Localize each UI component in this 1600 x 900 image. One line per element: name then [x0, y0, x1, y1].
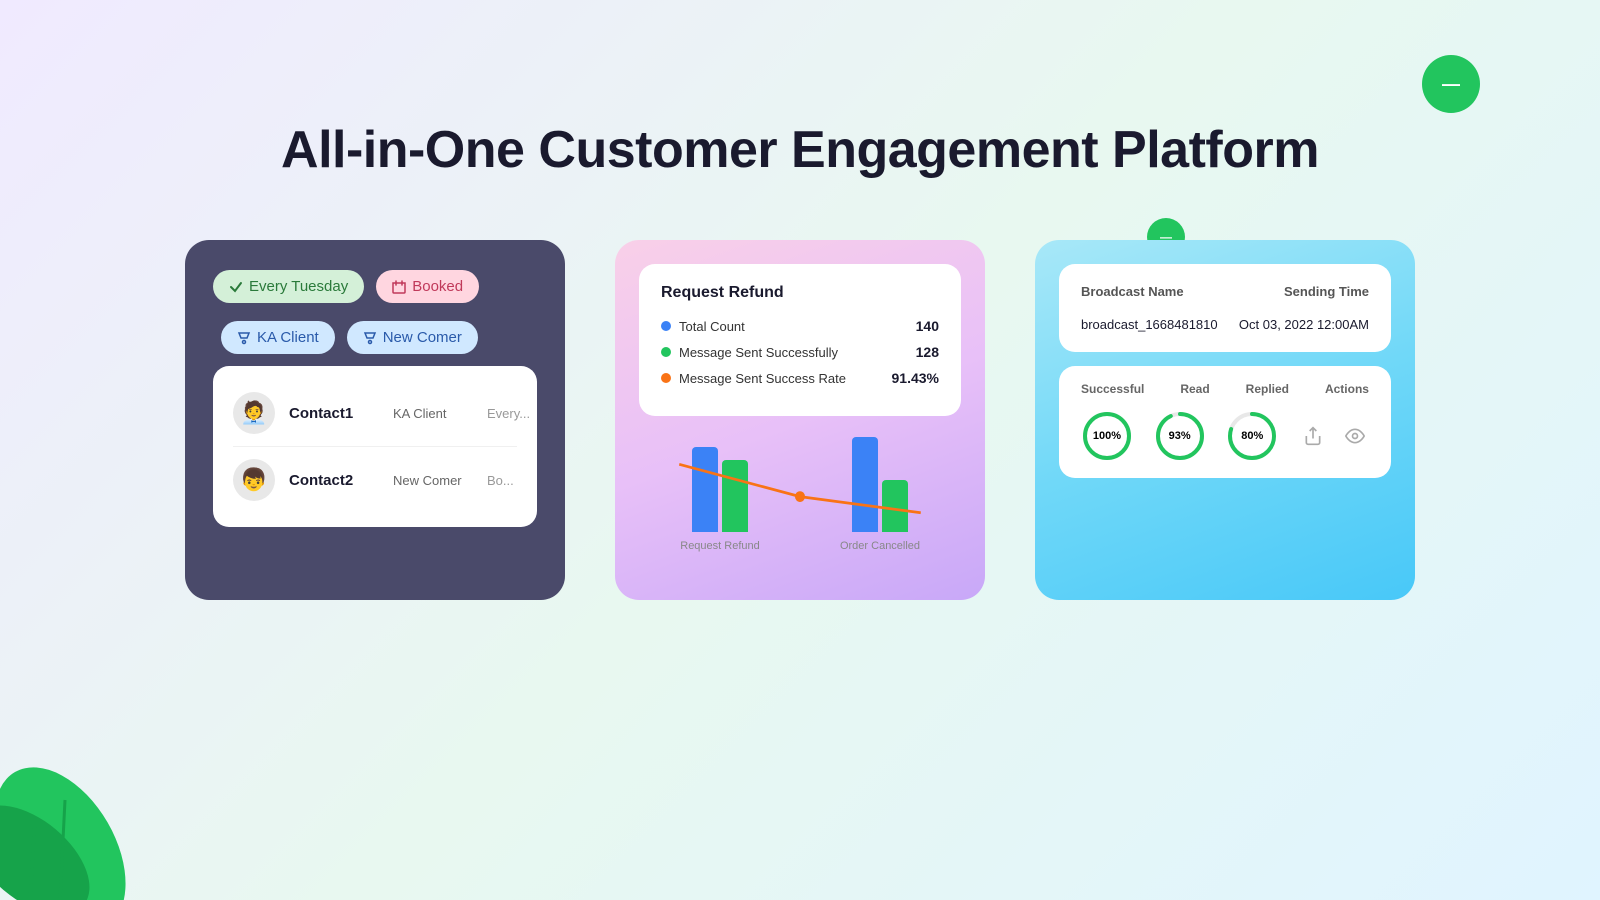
broadcast-stats: Successful Read Replied Actions 100% — [1059, 366, 1391, 478]
card-analytics: Request Refund Total Count 140 Message S… — [615, 240, 985, 600]
bar-blue-1 — [692, 447, 718, 532]
bar-green-1 — [722, 460, 748, 532]
leaf-decoration — [0, 700, 160, 900]
bar-blue-2 — [852, 437, 878, 532]
avatar-1: 🧑‍💼 — [233, 392, 275, 434]
stat-sent: Message Sent Successfully 128 — [661, 344, 939, 360]
contact-row-2[interactable]: 👦 Contact2 New Comer Bo... — [233, 446, 517, 513]
tag-icon-1 — [229, 280, 243, 294]
stat-read: 93% — [1154, 410, 1206, 462]
bars-1 — [692, 447, 748, 532]
page-title: All-in-One Customer Engagement Platform — [0, 0, 1600, 180]
avatar-2: 👦 — [233, 459, 275, 501]
stat-successful: 100% — [1081, 410, 1133, 462]
chart-group-2: Order Cancelled — [809, 437, 951, 552]
bar-green-2 — [882, 480, 908, 532]
dot-large-icon — [1422, 55, 1480, 113]
tag-icon-2 — [392, 280, 406, 294]
tags-row-2: KA Client New Comer — [221, 321, 537, 354]
analytics-stats: Request Refund Total Count 140 Message S… — [639, 264, 961, 416]
cards-container: Every Tuesday Booked KA Client — [0, 240, 1600, 600]
tag-new-comer[interactable]: New Comer — [347, 321, 478, 354]
broadcast-columns: Broadcast Name Sending Time — [1081, 284, 1369, 299]
share-icon[interactable] — [1299, 422, 1327, 450]
tag-ka-client[interactable]: KA Client — [221, 321, 335, 354]
chart-group-1: Request Refund — [649, 447, 791, 552]
stats-values: 100% 93% — [1081, 410, 1369, 462]
broadcast-header: Broadcast Name Sending Time broadcast_16… — [1059, 264, 1391, 352]
tag-icon-4 — [363, 331, 377, 345]
tag-icon-3 — [237, 331, 251, 345]
analytics-title: Request Refund — [661, 284, 939, 302]
card-contacts: Every Tuesday Booked KA Client — [185, 240, 565, 600]
card-broadcast: Broadcast Name Sending Time broadcast_16… — [1035, 240, 1415, 600]
stat-replied: 80% — [1226, 410, 1278, 462]
bar-chart: Request Refund Order Cancelled — [639, 432, 961, 572]
dot-blue-icon — [661, 321, 671, 331]
bars-2 — [852, 437, 908, 532]
tag-booked[interactable]: Booked — [376, 270, 479, 303]
stat-total: Total Count 140 — [661, 318, 939, 334]
tag-every-tuesday[interactable]: Every Tuesday — [213, 270, 364, 303]
dot-orange-icon — [661, 373, 671, 383]
eye-icon[interactable] — [1341, 422, 1369, 450]
broadcast-data-row: broadcast_1668481810 Oct 03, 2022 12:00A… — [1081, 317, 1369, 332]
tags-row-1: Every Tuesday Booked — [213, 270, 537, 303]
contact-row-1[interactable]: 🧑‍💼 Contact1 KA Client Every... — [233, 380, 517, 446]
action-icons — [1299, 422, 1369, 450]
dot-green-icon — [661, 347, 671, 357]
stats-header: Successful Read Replied Actions — [1081, 382, 1369, 396]
stat-rate: Message Sent Success Rate 91.43% — [661, 370, 939, 386]
contacts-list: 🧑‍💼 Contact1 KA Client Every... 👦 Contac… — [213, 366, 537, 527]
